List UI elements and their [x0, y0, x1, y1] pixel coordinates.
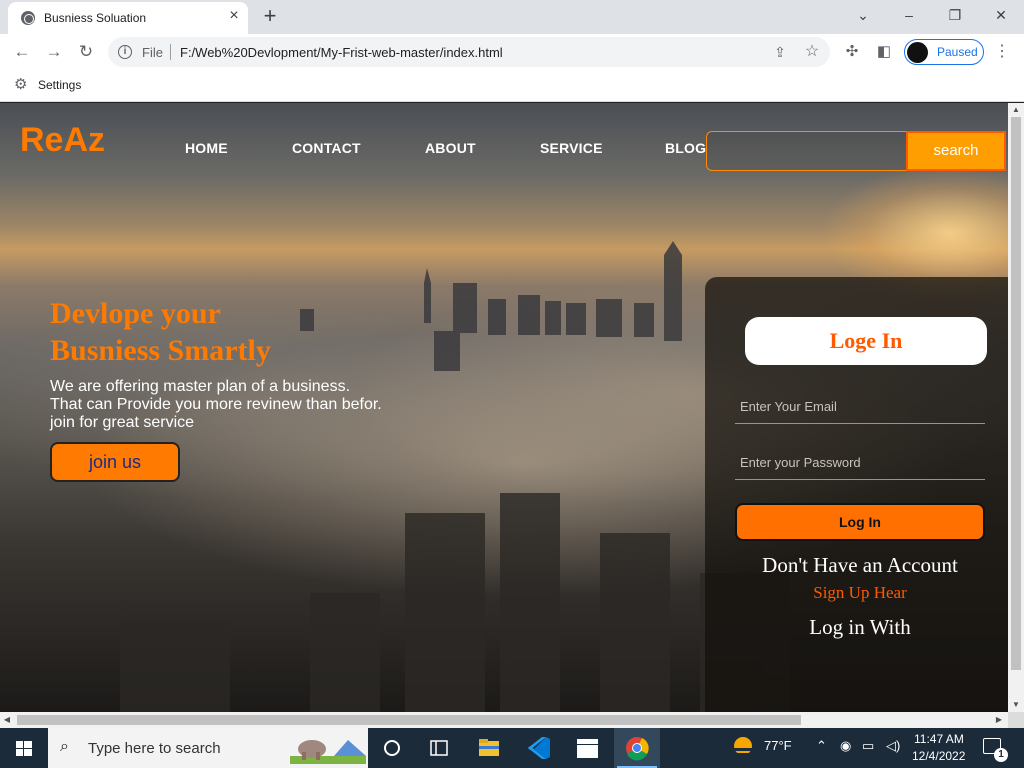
taskbar-search-placeholder: Type here to search: [88, 740, 221, 757]
site-search-input[interactable]: [706, 131, 908, 171]
scroll-left-icon[interactable]: ◀: [0, 712, 14, 728]
vscode-icon: [528, 737, 550, 759]
brand-logo[interactable]: ReAz: [20, 121, 105, 160]
browser-tabstrip: Busniess Soluation × + ⌄ – ❐ ✕: [0, 0, 1024, 34]
profile-status: Paused: [937, 45, 978, 59]
hero-title-line-1: Devlope your: [50, 297, 221, 330]
share-icon[interactable]: ⇪: [770, 42, 790, 62]
bookmarks-bar: ⚙ Settings: [0, 70, 1024, 102]
email-placeholder: Enter Your Email: [740, 399, 837, 414]
browser-toolbar: ← → ↻ i File F:/Web%20Devlopment/My-Fris…: [0, 34, 1024, 70]
task-view-button[interactable]: [370, 728, 416, 768]
browser-tab[interactable]: Busniess Soluation ×: [8, 2, 248, 34]
volume-icon[interactable]: ◁): [886, 738, 900, 754]
nav-blog[interactable]: BLOG: [665, 140, 706, 156]
chrome-icon: [626, 737, 649, 761]
scroll-up-icon[interactable]: ▲: [1008, 103, 1024, 117]
task-view-icon: [384, 740, 400, 756]
no-account-text: Don't Have an Account: [762, 553, 958, 577]
tab-search-icon[interactable]: ⌄: [851, 5, 875, 25]
login-panel: Loge In Enter Your Email Enter your Pass…: [705, 277, 1008, 712]
clock-date[interactable]: 12/4/2022: [912, 749, 965, 763]
side-panel-icon[interactable]: ◧: [874, 42, 894, 62]
weather-widget[interactable]: [728, 728, 758, 768]
search-highlight-icon: [290, 740, 366, 764]
avatar: [907, 42, 928, 63]
show-hidden-icons[interactable]: ⌃: [816, 738, 827, 754]
nav-home[interactable]: HOME: [185, 140, 228, 156]
taskbar-clipchamp[interactable]: [564, 728, 610, 768]
weather-temp[interactable]: 77°F: [764, 738, 792, 753]
nav-contact[interactable]: CONTACT: [292, 140, 361, 156]
windows-logo-icon: [16, 741, 32, 756]
hero-text-line-1: We are offering master plan of a busines…: [50, 378, 351, 395]
taskbar-search[interactable]: ⌕ Type here to search: [48, 728, 368, 768]
vertical-scrollbar[interactable]: ▲ ▼: [1008, 103, 1024, 712]
login-button[interactable]: Log In: [735, 503, 985, 541]
tab-title: Busniess Soluation: [44, 11, 147, 25]
scroll-down-icon[interactable]: ▼: [1008, 698, 1024, 712]
folder-icon: [479, 739, 499, 756]
reload-icon[interactable]: ↻: [74, 40, 98, 64]
notification-badge: 1: [994, 748, 1008, 762]
web-page: ReAz HOME CONTACT ABOUT SERVICE BLOG sea…: [0, 103, 1008, 712]
search-icon: ⌕: [60, 738, 69, 755]
signup-link[interactable]: Sign Up Hear: [705, 583, 1008, 603]
window-close-icon[interactable]: ✕: [989, 5, 1013, 25]
horizontal-scroll-thumb[interactable]: [17, 715, 801, 725]
extensions-icon[interactable]: ✣: [842, 42, 862, 62]
join-us-button[interactable]: join us: [50, 442, 180, 482]
email-field[interactable]: Enter Your Email: [735, 392, 985, 424]
site-search-button[interactable]: search: [906, 131, 1006, 171]
taskbar-file-explorer[interactable]: [466, 728, 512, 768]
scroll-right-icon[interactable]: ▶: [992, 712, 1006, 728]
profile-button[interactable]: Paused: [904, 39, 984, 65]
weather-icon: [733, 737, 755, 755]
bookmark-settings[interactable]: Settings: [38, 78, 81, 92]
horizontal-scrollbar[interactable]: ◀ ▶: [0, 712, 1008, 728]
hero-text-line-2: That can Provide you more revinew than b…: [50, 396, 382, 413]
minimize-icon[interactable]: –: [897, 5, 921, 25]
scroll-corner: [1008, 712, 1024, 728]
restore-icon[interactable]: ❐: [943, 5, 967, 25]
menu-icon[interactable]: ⋮: [994, 42, 1010, 62]
globe-icon: [21, 11, 35, 25]
taskbar: ⌕ Type here to search 77°F ⌃ ◉ ▭ ◁) 11:4…: [0, 728, 1024, 768]
close-tab-icon[interactable]: ×: [226, 8, 242, 24]
clapperboard-icon: [577, 739, 598, 758]
url-divider: [170, 44, 171, 60]
start-button[interactable]: [0, 728, 48, 768]
widgets-icon: [430, 740, 448, 756]
vertical-scroll-thumb[interactable]: [1011, 117, 1021, 670]
url-scheme: File: [142, 45, 163, 60]
taskbar-chrome[interactable]: [614, 728, 660, 768]
taskbar-widgets[interactable]: [416, 728, 462, 768]
hero-title: Devlope your Busniess Smartly: [50, 295, 350, 369]
login-title: Loge In: [745, 317, 987, 365]
hero-description: We are offering master plan of a busines…: [50, 378, 410, 432]
password-field[interactable]: Enter your Password: [735, 448, 985, 480]
new-tab-icon[interactable]: +: [258, 4, 282, 28]
network-icon[interactable]: ▭: [862, 738, 874, 754]
login-with-text: Log in With: [809, 615, 911, 639]
gear-icon[interactable]: ⚙: [14, 77, 30, 93]
nav-about[interactable]: ABOUT: [425, 140, 476, 156]
hero-text-line-3: join for great service: [50, 414, 195, 431]
info-icon[interactable]: i: [118, 45, 132, 59]
password-placeholder: Enter your Password: [740, 455, 861, 470]
back-icon[interactable]: ←: [10, 40, 34, 64]
nav-service[interactable]: SERVICE: [540, 140, 603, 156]
url-text[interactable]: F:/Web%20Devlopment/My-Frist-web-master/…: [180, 45, 503, 60]
taskbar-vscode[interactable]: [516, 728, 562, 768]
clock-time[interactable]: 11:47 AM: [914, 732, 964, 746]
bookmark-star-icon[interactable]: ☆: [802, 42, 822, 62]
hero-title-line-2: Busniess Smartly: [50, 334, 271, 367]
meet-now-icon[interactable]: ◉: [840, 738, 851, 754]
forward-icon[interactable]: →: [42, 40, 66, 64]
address-bar[interactable]: i File F:/Web%20Devlopment/My-Frist-web-…: [108, 37, 830, 67]
